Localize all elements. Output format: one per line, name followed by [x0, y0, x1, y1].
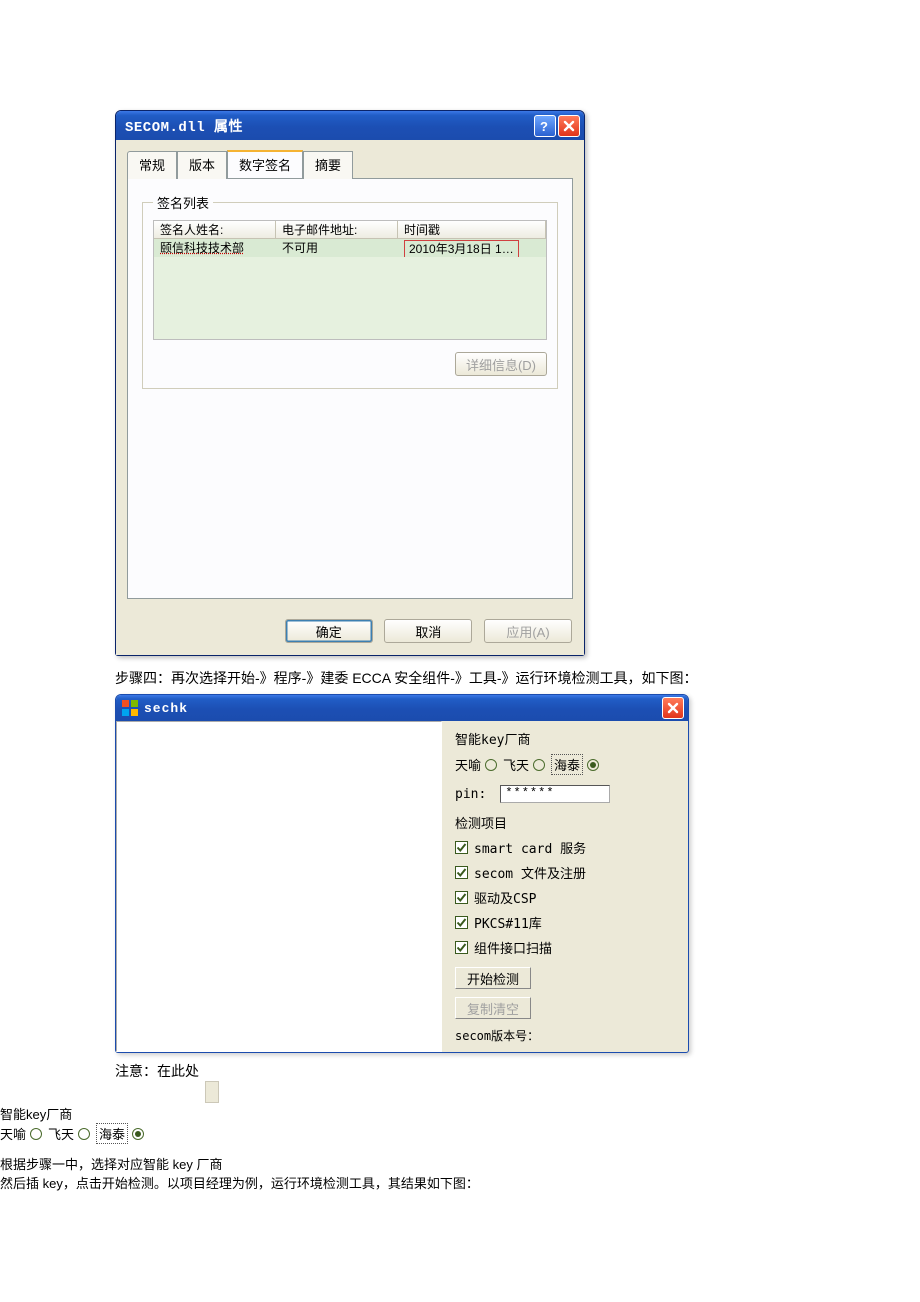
- checkbox-icon: [455, 916, 468, 929]
- svg-text:?: ?: [540, 119, 548, 133]
- col-signer[interactable]: 签名人姓名:: [154, 221, 276, 239]
- radio-dot-icon: [533, 759, 545, 771]
- check-label: smart card 服务: [474, 838, 586, 857]
- radio-dot-icon: [78, 1128, 90, 1140]
- cell-email: 不可用: [276, 239, 398, 257]
- radio-海泰[interactable]: 海泰: [551, 754, 599, 775]
- tab-version[interactable]: 版本: [177, 151, 227, 179]
- radio-天喻[interactable]: 天喻: [0, 1124, 42, 1143]
- checkbox-icon: [455, 891, 468, 904]
- check-label: 组件接口扫描: [474, 938, 552, 957]
- sechk-dialog: sechk 智能key厂商 天喻 飞天 海泰 pin: ****** 检测项目 sm…: [115, 694, 689, 1053]
- vendor-heading: 智能key厂商: [455, 729, 680, 748]
- cell-timestamp: 2010年3月18日 1…: [398, 239, 546, 257]
- note-line2: 然后插 key，点击开始检测。以项目经理为例，运行环境检测工具，其结果如下图：: [0, 1176, 479, 1191]
- dialog-button-row: 确定 取消 应用(A): [116, 609, 584, 655]
- copy-clear-button[interactable]: 复制清空: [455, 997, 531, 1019]
- radio-label: 海泰: [96, 1123, 128, 1144]
- checkbox-icon: [455, 841, 468, 854]
- note-mid: 根据步骤一中，选择对应智能 key 厂商: [0, 1157, 222, 1172]
- ok-button[interactable]: 确定: [285, 619, 373, 643]
- secom-version-label: secom版本号：: [455, 1027, 680, 1044]
- checks-list: smart card 服务 secom 文件及注册驱动及CSP PKCS#11库组件…: [455, 838, 680, 957]
- radio-label: 海泰: [551, 754, 583, 775]
- titlebar[interactable]: sechk: [116, 695, 688, 721]
- pin-input[interactable]: ******: [500, 785, 610, 803]
- tab-general[interactable]: 常规: [127, 151, 177, 179]
- titlebar[interactable]: SECOM.dll 属性 ?: [116, 111, 584, 140]
- radio-海泰[interactable]: 海泰: [96, 1123, 144, 1144]
- vendor-snippet: [205, 1081, 219, 1103]
- window-title: sechk: [144, 701, 660, 716]
- check-item[interactable]: 组件接口扫描: [455, 938, 680, 957]
- pin-label: pin:: [455, 787, 486, 802]
- start-detection-button[interactable]: 开始检测: [455, 967, 531, 989]
- check-item[interactable]: smart card 服务: [455, 838, 680, 857]
- radio-label: 天喻: [455, 755, 481, 774]
- check-item[interactable]: PKCS#11库: [455, 913, 680, 932]
- signature-listview[interactable]: 签名人姓名: 电子邮件地址: 时间戳 颐信科技技术部 不可用 2010年3月18…: [153, 220, 547, 340]
- check-label: secom 文件及注册: [474, 863, 586, 882]
- apply-button[interactable]: 应用(A): [484, 619, 572, 643]
- cancel-button[interactable]: 取消: [384, 619, 472, 643]
- radio-dot-icon: [30, 1128, 42, 1140]
- col-timestamp[interactable]: 时间戳: [398, 221, 546, 239]
- close-icon[interactable]: [662, 697, 684, 719]
- close-icon[interactable]: [558, 115, 580, 137]
- tab-summary[interactable]: 摘要: [303, 151, 353, 179]
- tab-content: 签名列表 签名人姓名: 电子邮件地址: 时间戳 颐信科技技术部 不可用 2010…: [127, 179, 573, 599]
- secom-properties-dialog: SECOM.dll 属性 ? 常规 版本 数字签名 摘要 签名列表 签: [115, 110, 585, 656]
- radio-dot-icon: [132, 1128, 144, 1140]
- signature-list-legend: 签名列表: [153, 193, 213, 212]
- tab-digital-signature[interactable]: 数字签名: [227, 150, 303, 178]
- tab-strip: 常规 版本 数字签名 摘要: [127, 150, 573, 179]
- step4-paragraph: 步骤四：再次选择开始-》程序-》建委 ECCA 安全组件-》工具-》运行环境检测…: [115, 668, 920, 688]
- check-label: PKCS#11库: [474, 913, 542, 932]
- radio-label: 飞天: [48, 1124, 74, 1143]
- checks-heading: 检测项目: [455, 813, 680, 832]
- check-label: 驱动及CSP: [474, 888, 536, 907]
- col-email[interactable]: 电子邮件地址:: [276, 221, 398, 239]
- radio-飞天[interactable]: 飞天: [503, 755, 545, 774]
- table-row[interactable]: 颐信科技技术部 不可用 2010年3月18日 1…: [154, 239, 546, 257]
- radio-天喻[interactable]: 天喻: [455, 755, 497, 774]
- check-item[interactable]: secom 文件及注册: [455, 863, 680, 882]
- note-prefix: 注意：在此处: [115, 1063, 199, 1079]
- note-paragraph: 注意：在此处: [115, 1059, 920, 1104]
- radio-label: 飞天: [503, 755, 529, 774]
- details-button[interactable]: 详细信息(D): [455, 352, 547, 376]
- radio-dot-icon: [485, 759, 497, 771]
- vendor-radios: 天喻 飞天 海泰: [455, 754, 680, 775]
- checkbox-icon: [455, 866, 468, 879]
- window-title: SECOM.dll 属性: [125, 116, 532, 136]
- check-item[interactable]: 驱动及CSP: [455, 888, 680, 907]
- radio-label: 天喻: [0, 1124, 26, 1143]
- radio-dot-icon: [587, 759, 599, 771]
- signature-list-group: 签名列表 签名人姓名: 电子邮件地址: 时间戳 颐信科技技术部 不可用 2010…: [142, 193, 558, 389]
- cell-signer: 颐信科技技术部: [154, 239, 276, 257]
- vendor-heading: 智能key厂商: [0, 1104, 920, 1123]
- help-icon[interactable]: ?: [534, 115, 556, 137]
- radio-飞天[interactable]: 飞天: [48, 1124, 90, 1143]
- controls-pane: 智能key厂商 天喻 飞天 海泰 pin: ****** 检测项目 smart ca…: [445, 721, 688, 1052]
- windows-icon: [122, 700, 138, 716]
- vendor-radios: 天喻 飞天 海泰: [0, 1123, 920, 1144]
- output-pane[interactable]: [116, 721, 442, 1052]
- checkbox-icon: [455, 941, 468, 954]
